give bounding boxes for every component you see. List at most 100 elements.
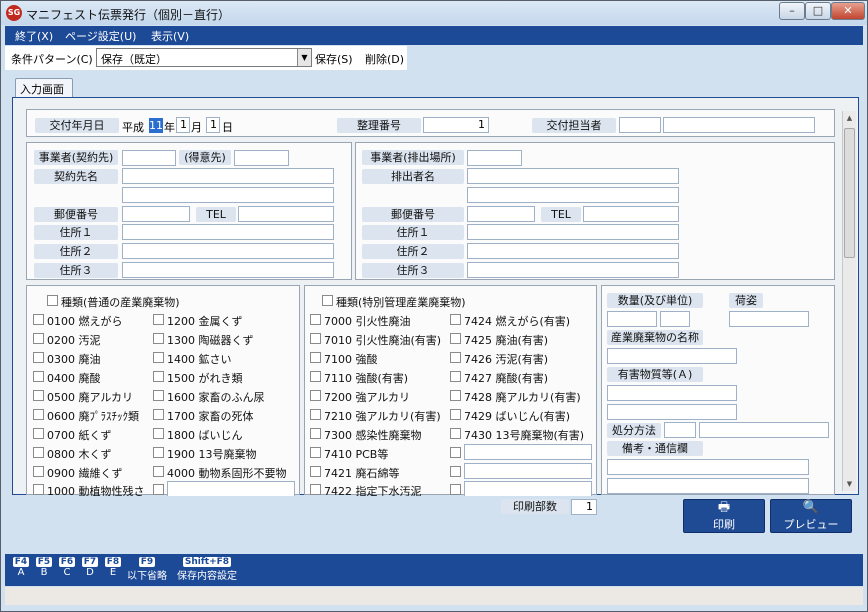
business-emitter-input[interactable]	[467, 150, 522, 166]
special-waste-checkbox[interactable]	[310, 428, 321, 439]
contract-name-input-1[interactable]	[122, 168, 334, 184]
menu-view[interactable]: 表示(V)	[151, 28, 189, 44]
menu-exit[interactable]: 終了(X)	[15, 28, 53, 44]
fkey-shift-f8[interactable]: Shift+F8 保存内容設定	[173, 556, 241, 582]
remarks-input-2[interactable]	[607, 478, 809, 494]
special-waste-checkbox[interactable]	[450, 352, 461, 363]
special-waste-checkbox[interactable]	[310, 466, 321, 477]
disposal-name-input[interactable]	[699, 422, 829, 438]
special-waste-checkbox[interactable]	[450, 447, 461, 458]
contract-name-input-2[interactable]	[122, 187, 334, 203]
waste-checkbox[interactable]	[153, 333, 164, 344]
fkey-f9[interactable]: F9 以下省略	[124, 556, 170, 582]
special-waste-checkbox[interactable]	[450, 333, 461, 344]
waste-checkbox[interactable]	[33, 333, 44, 344]
waste-checkbox[interactable]	[33, 371, 44, 382]
special-waste-checkbox[interactable]	[310, 447, 321, 458]
chevron-down-icon[interactable]: ▼	[297, 49, 311, 66]
waste-checkbox[interactable]	[33, 428, 44, 439]
waste-checkbox[interactable]	[153, 314, 164, 325]
emitter-address1-input[interactable]	[467, 224, 679, 240]
waste-checkbox[interactable]	[153, 371, 164, 382]
emitter-address2-input[interactable]	[467, 243, 679, 259]
maximize-button[interactable]: □	[805, 2, 831, 20]
waste-checkbox[interactable]	[33, 409, 44, 420]
waste-checkbox[interactable]	[153, 428, 164, 439]
save-button[interactable]: 保存(S)	[315, 51, 353, 67]
fkey-f5[interactable]: F5 B	[33, 556, 55, 578]
emitter-address3-input[interactable]	[467, 262, 679, 278]
fkey-f6[interactable]: F6 C	[56, 556, 78, 578]
condition-pattern-select[interactable]: 保存（既定） ▼	[96, 48, 312, 67]
close-button[interactable]: ✕	[831, 2, 865, 20]
scroll-up-icon[interactable]: ▲	[843, 111, 856, 125]
special-waste-checkbox[interactable]	[310, 409, 321, 420]
scroll-down-icon[interactable]: ▼	[843, 477, 856, 491]
waste-checkbox[interactable]	[33, 314, 44, 325]
address1-input[interactable]	[122, 224, 334, 240]
copies-input[interactable]: 1	[571, 499, 597, 515]
hazard-input-2[interactable]	[607, 404, 737, 420]
fkey-f7[interactable]: F7 D	[79, 556, 101, 578]
packing-input[interactable]	[729, 311, 809, 327]
customer-input[interactable]	[234, 150, 289, 166]
address2-input[interactable]	[122, 243, 334, 259]
special-waste-checkbox[interactable]	[450, 428, 461, 439]
address3-input[interactable]	[122, 262, 334, 278]
normal-waste-all-checkbox[interactable]	[47, 295, 58, 306]
fkey-f4[interactable]: F4 A	[10, 556, 32, 578]
ref-number-input[interactable]: 1	[423, 117, 489, 133]
special-waste-checkbox[interactable]	[450, 371, 461, 382]
special-waste-checkbox[interactable]	[450, 484, 461, 495]
tel-input[interactable]	[238, 206, 334, 222]
waste-checkbox[interactable]	[33, 466, 44, 477]
emitter-name-input-1[interactable]	[467, 168, 679, 184]
custom-special-waste-input[interactable]	[464, 481, 592, 497]
minimize-button[interactable]: –	[779, 2, 805, 20]
special-waste-all-checkbox[interactable]	[322, 295, 333, 306]
delete-button[interactable]: 削除(D)	[365, 51, 404, 67]
emitter-name-input-2[interactable]	[467, 187, 679, 203]
tab-input-screen[interactable]: 入力画面	[15, 78, 73, 98]
special-waste-checkbox[interactable]	[310, 371, 321, 382]
disposal-code-input[interactable]	[664, 422, 696, 438]
quantity-input[interactable]	[607, 311, 657, 327]
waste-checkbox[interactable]	[33, 447, 44, 458]
waste-checkbox[interactable]	[153, 409, 164, 420]
day-input[interactable]: 1	[206, 117, 220, 133]
special-waste-checkbox[interactable]	[310, 314, 321, 325]
waste-checkbox[interactable]	[33, 352, 44, 363]
preview-button[interactable]: 🔍 プレビュー	[770, 499, 852, 533]
month-input[interactable]: 1	[176, 117, 190, 133]
special-waste-checkbox[interactable]	[450, 390, 461, 401]
waste-checkbox[interactable]	[153, 466, 164, 477]
custom-special-waste-input[interactable]	[464, 463, 592, 479]
special-waste-checkbox[interactable]	[310, 484, 321, 495]
staff-name-input[interactable]	[663, 117, 815, 133]
special-waste-checkbox[interactable]	[310, 352, 321, 363]
remarks-input-1[interactable]	[607, 459, 809, 475]
waste-name-input[interactable]	[607, 348, 737, 364]
waste-checkbox[interactable]	[33, 390, 44, 401]
special-waste-checkbox[interactable]	[310, 333, 321, 344]
staff-code-input[interactable]	[619, 117, 661, 133]
hazard-input-1[interactable]	[607, 385, 737, 401]
vertical-scrollbar[interactable]: ▲ ▼	[842, 111, 856, 491]
special-waste-checkbox[interactable]	[450, 314, 461, 325]
waste-checkbox[interactable]	[153, 352, 164, 363]
print-button[interactable]: 🖶 印刷	[683, 499, 765, 533]
emitter-zip-input[interactable]	[467, 206, 535, 222]
waste-checkbox[interactable]	[33, 484, 44, 495]
special-waste-checkbox[interactable]	[310, 390, 321, 401]
year-input[interactable]: 11	[149, 118, 163, 133]
fkey-f8[interactable]: F8 E	[102, 556, 124, 578]
emitter-tel-input[interactable]	[583, 206, 679, 222]
zip-input[interactable]	[122, 206, 190, 222]
business-contract-input[interactable]	[122, 150, 176, 166]
menu-page-setup[interactable]: ページ設定(U)	[65, 28, 136, 44]
special-waste-checkbox[interactable]	[450, 409, 461, 420]
custom-special-waste-input[interactable]	[464, 444, 592, 460]
custom-waste-input[interactable]	[167, 481, 295, 497]
special-waste-checkbox[interactable]	[450, 466, 461, 477]
waste-checkbox[interactable]	[153, 447, 164, 458]
